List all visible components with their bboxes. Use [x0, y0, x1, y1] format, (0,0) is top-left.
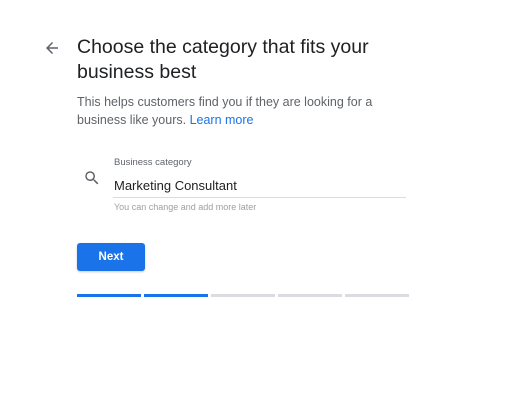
- back-button[interactable]: [40, 36, 64, 60]
- arrow-back-icon: [46, 42, 58, 54]
- progress-segment: [345, 294, 409, 297]
- business-category-label: Business category: [114, 157, 192, 168]
- page-subtitle: This helps customers find you if they ar…: [77, 93, 397, 129]
- next-button[interactable]: Next: [77, 243, 145, 271]
- progress-segment: [144, 294, 208, 297]
- onboarding-page: Choose the category that fits your busin…: [0, 0, 512, 417]
- business-category-hint: You can change and add more later: [114, 202, 257, 212]
- business-category-input[interactable]: [113, 175, 406, 198]
- progress-segment: [77, 294, 141, 297]
- page-title: Choose the category that fits your busin…: [77, 36, 369, 83]
- progress-segment: [211, 294, 275, 297]
- progress-indicator: [77, 294, 409, 297]
- search-icon: [85, 171, 99, 185]
- learn-more-link[interactable]: Learn more: [190, 113, 254, 127]
- progress-segment: [278, 294, 342, 297]
